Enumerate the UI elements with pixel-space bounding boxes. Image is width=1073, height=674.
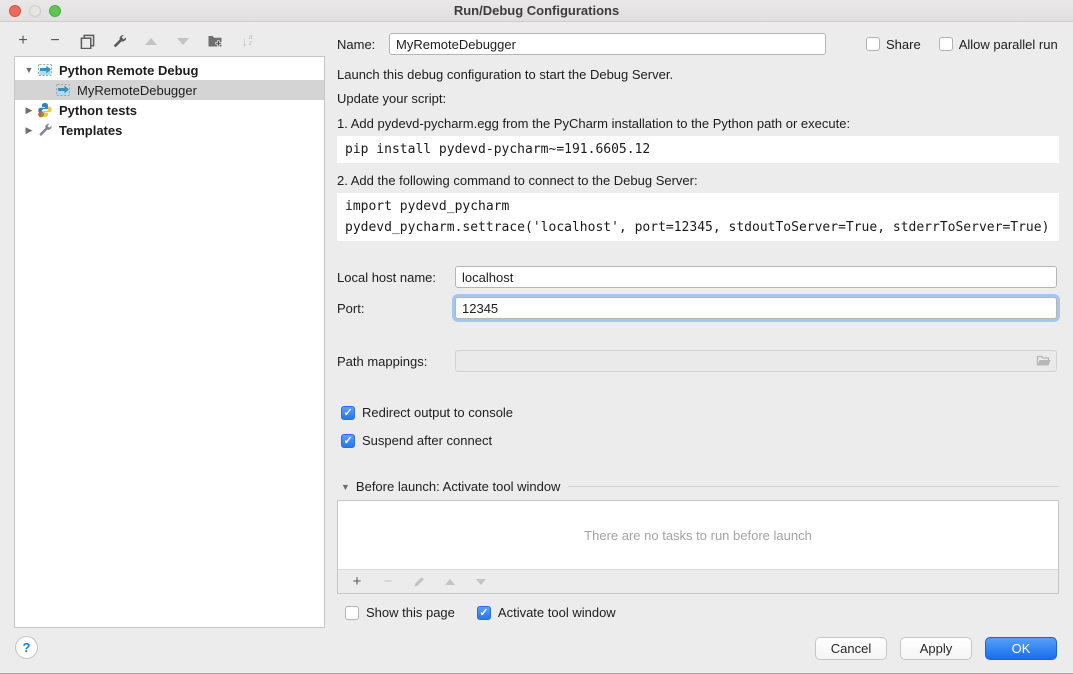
- local-host-row: Local host name:: [337, 266, 1059, 288]
- before-launch-header[interactable]: ▼ Before launch: Activate tool window: [341, 479, 1059, 494]
- path-mappings-label: Path mappings:: [337, 354, 455, 369]
- instruction-step-1: 1. Add pydevd-pycharm.egg from the PyCha…: [337, 116, 1059, 131]
- settrace-snippet-line-1: import pydevd_pycharm: [345, 199, 509, 214]
- cancel-button[interactable]: Cancel: [815, 637, 887, 660]
- tree-item-templates[interactable]: ▶ Templates: [15, 120, 324, 140]
- edit-defaults-icon[interactable]: [110, 32, 128, 50]
- suspend-after-connect-checkbox[interactable]: [341, 434, 355, 448]
- edit-icon[interactable]: [410, 573, 428, 591]
- remove-icon[interactable]: −: [46, 32, 64, 50]
- ok-button[interactable]: OK: [985, 637, 1057, 660]
- local-host-name-label: Local host name:: [337, 270, 455, 285]
- sort-alpha-icon[interactable]: ↓az: [238, 32, 256, 50]
- redirect-output-label: Redirect output to console: [362, 405, 513, 420]
- minimize-button: [29, 5, 41, 17]
- suspend-after-connect-label: Suspend after connect: [362, 433, 492, 448]
- show-this-page-label: Show this page: [366, 605, 455, 620]
- allow-parallel-run-option[interactable]: Allow parallel run: [939, 37, 1058, 52]
- port-row: Port:: [337, 297, 1059, 319]
- tree-item-label: Python Remote Debug: [58, 63, 198, 78]
- instruction-line-1: Launch this debug configuration to start…: [337, 67, 1059, 82]
- instruction-line-2: Update your script:: [337, 91, 1059, 106]
- before-launch-tasks-panel: There are no tasks to run before launch …: [337, 500, 1059, 594]
- browse-folder-icon[interactable]: [1036, 353, 1052, 369]
- show-this-page-checkbox[interactable]: [345, 606, 359, 620]
- path-mappings-row: Path mappings:: [337, 350, 1059, 372]
- tree-item-label: Templates: [58, 123, 122, 138]
- allow-parallel-run-checkbox[interactable]: [939, 37, 953, 51]
- move-up-icon[interactable]: [142, 32, 160, 50]
- share-label: Share: [886, 37, 921, 52]
- remote-debug-icon: [37, 62, 53, 78]
- settrace-snippet-line-2: pydevd_pycharm.settrace('localhost', por…: [345, 220, 1049, 235]
- apply-button[interactable]: Apply: [900, 637, 972, 660]
- new-folder-icon[interactable]: [206, 32, 224, 50]
- zoom-button[interactable]: [49, 5, 61, 17]
- tree-item-label: Python tests: [58, 103, 137, 118]
- tasks-toolbar: + −: [338, 569, 1058, 593]
- dialog-footer: ? Cancel Apply OK: [0, 627, 1073, 673]
- footer-buttons: Cancel Apply OK: [815, 637, 1057, 660]
- remove-icon[interactable]: −: [379, 573, 397, 591]
- help-button[interactable]: ?: [15, 636, 38, 659]
- configurations-tree: ▼ Python Remote Debug MyRemoteDebugger ▶…: [14, 56, 325, 628]
- activate-tool-window-label: Activate tool window: [498, 605, 616, 620]
- share-option[interactable]: Share: [866, 37, 921, 52]
- copy-icon[interactable]: [78, 32, 96, 50]
- close-button[interactable]: [9, 5, 21, 17]
- redirect-output-option[interactable]: Redirect output to console: [341, 405, 1059, 420]
- chevron-right-icon[interactable]: ▶: [21, 125, 37, 136]
- name-row: Name: Share Allow parallel run: [337, 33, 1059, 55]
- allow-parallel-run-label: Allow parallel run: [959, 37, 1058, 52]
- redirect-output-checkbox[interactable]: [341, 406, 355, 420]
- share-checkbox[interactable]: [866, 37, 880, 51]
- tree-item-python-remote-debug[interactable]: ▼ Python Remote Debug: [15, 60, 324, 80]
- tasks-empty-message: There are no tasks to run before launch: [338, 501, 1058, 569]
- remote-debug-icon: [55, 82, 71, 98]
- section-divider: [568, 486, 1059, 487]
- page-options-row: Show this page Activate tool window: [345, 605, 1059, 620]
- instruction-step-2: 2. Add the following command to connect …: [337, 173, 1059, 188]
- activate-tool-window-checkbox[interactable]: [477, 606, 491, 620]
- tree-item-myremotedebugger[interactable]: MyRemoteDebugger: [15, 80, 324, 100]
- window-title: Run/Debug Configurations: [0, 3, 1073, 18]
- port-input[interactable]: [455, 297, 1057, 319]
- local-host-name-input[interactable]: [455, 266, 1057, 288]
- activate-tool-window-option[interactable]: Activate tool window: [477, 605, 616, 620]
- path-mappings-input[interactable]: [455, 350, 1057, 372]
- port-label: Port:: [337, 301, 455, 316]
- before-launch-title: Before launch: Activate tool window: [356, 479, 561, 494]
- add-icon[interactable]: +: [14, 32, 32, 50]
- name-label: Name:: [337, 37, 389, 52]
- python-tests-icon: [37, 102, 53, 118]
- run-debug-configurations-dialog: Run/Debug Configurations + − ↓az ▼ Pytho…: [0, 0, 1073, 674]
- settrace-snippet: import pydevd_pycharm pydevd_pycharm.set…: [337, 193, 1059, 241]
- chevron-down-icon[interactable]: ▼: [341, 482, 350, 492]
- show-this-page-option[interactable]: Show this page: [345, 605, 455, 620]
- chevron-right-icon[interactable]: ▶: [21, 105, 37, 116]
- name-input[interactable]: [389, 33, 826, 55]
- title-bar: Run/Debug Configurations: [0, 0, 1073, 22]
- move-up-icon[interactable]: [441, 573, 459, 591]
- chevron-down-icon[interactable]: ▼: [21, 65, 37, 75]
- move-down-icon[interactable]: [174, 32, 192, 50]
- tree-item-python-tests[interactable]: ▶ Python tests: [15, 100, 324, 120]
- wrench-icon: [37, 122, 53, 138]
- add-icon[interactable]: +: [348, 573, 366, 591]
- tree-item-label: MyRemoteDebugger: [76, 83, 197, 98]
- configuration-form: Name: Share Allow parallel run Launch th…: [337, 22, 1059, 620]
- pip-install-snippet: pip install pydevd-pycharm~=191.6605.12: [337, 136, 1059, 163]
- move-down-icon[interactable]: [472, 573, 490, 591]
- suspend-after-connect-option[interactable]: Suspend after connect: [341, 433, 1059, 448]
- configurations-toolbar: + − ↓az: [14, 28, 256, 54]
